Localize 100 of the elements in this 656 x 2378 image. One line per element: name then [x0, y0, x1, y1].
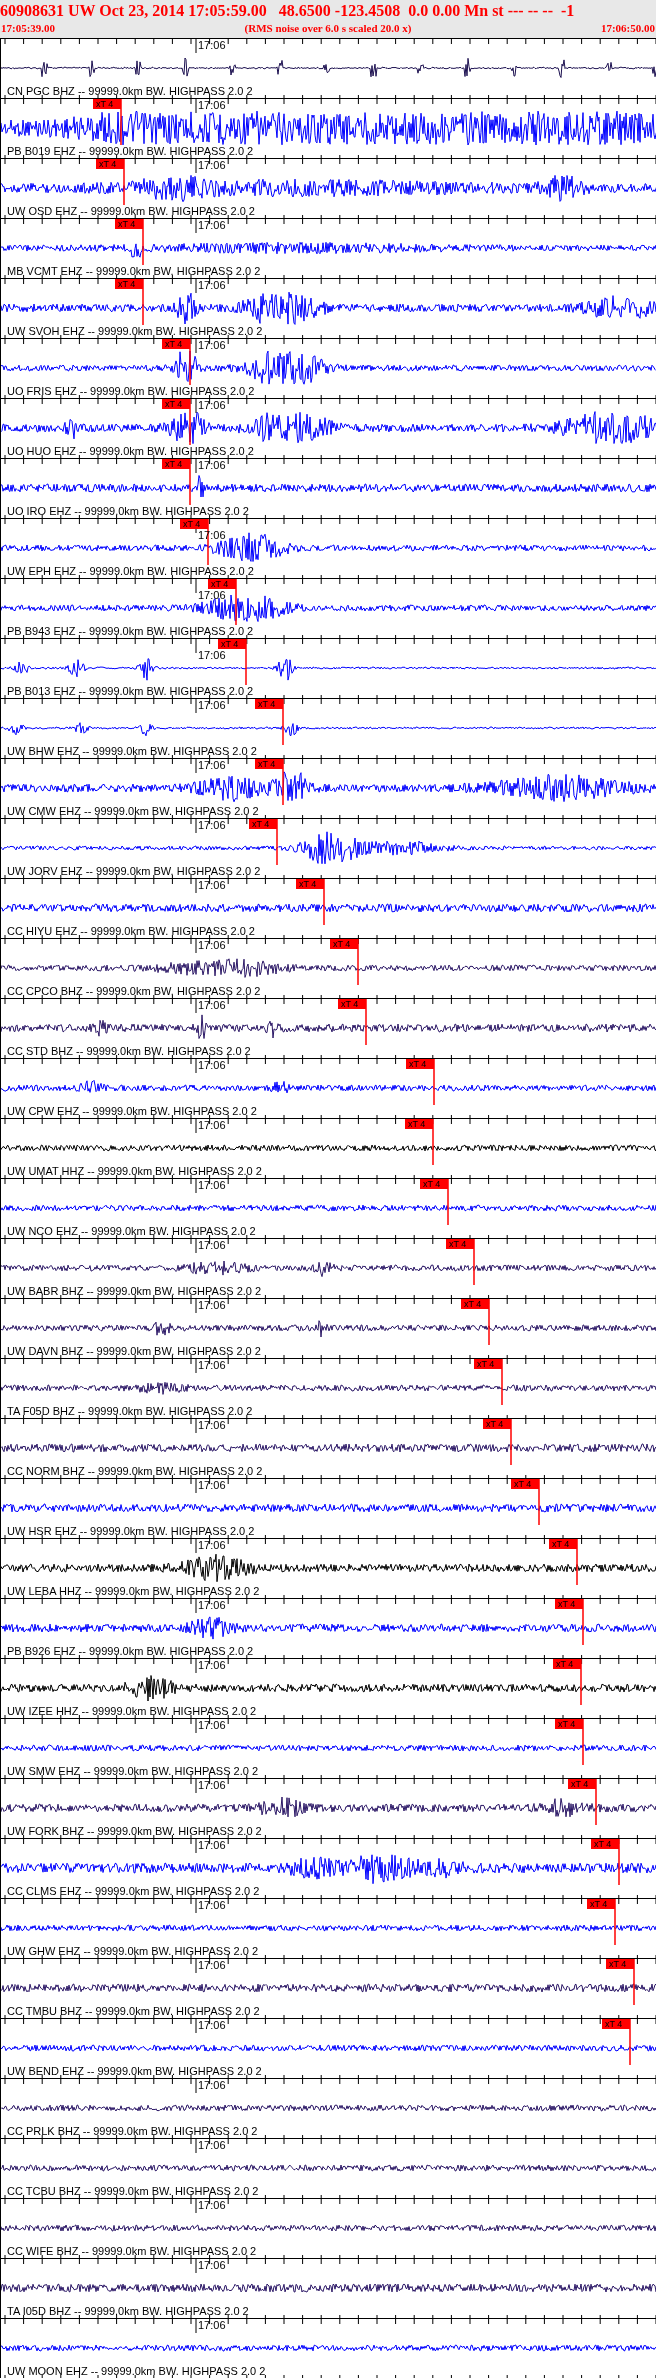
trace-label: UW SVOH EHZ -- 99999.0km BW. HIGHPASS 2.0 2: [7, 326, 263, 337]
time-label: 17:06: [198, 700, 226, 711]
pick-line: [582, 1599, 584, 1646]
time-label: 17:06: [198, 1060, 226, 1071]
trace-label: PB B013 EHZ -- 99999.0km BW. HIGHPASS 2.0 2: [7, 686, 254, 697]
trace-label: UW HSR EHZ -- 99999.0km BW. HIGHPASS 2.0 2: [7, 1526, 255, 1537]
pick-line: [473, 1239, 475, 1286]
end-time: 17:06:50.00: [600, 21, 655, 36]
pick-line: [282, 699, 284, 746]
trace-label: CC NORM BHZ -- 99999.0km BW. HIGHPASS 2.0 2: [7, 1466, 263, 1477]
pick-marker: xT 4: [93, 99, 121, 109]
time-label: 17:06: [198, 2080, 226, 2091]
trace-label: MB VCMT EHZ -- 99999.0km BW. HIGHPASS 2.0 2: [7, 266, 261, 277]
pick-marker: xT 4: [249, 819, 277, 829]
time-label: 17:06: [198, 1780, 226, 1791]
pick-marker: xT 4: [591, 1839, 619, 1849]
pick-line: [323, 879, 325, 926]
pick-marker: xT 4: [587, 1899, 615, 1909]
time-label: 17:06: [198, 1240, 226, 1251]
pick-marker: xT 4: [255, 759, 283, 769]
pick-marker: xT 4: [420, 1179, 448, 1189]
time-label: 17:06: [198, 590, 226, 601]
trace-label: TA I05D BHZ -- 99999.0km BW. HIGHPASS 2.0 2: [7, 2306, 249, 2317]
pick-line: [501, 1359, 503, 1406]
time-label: 17:06: [198, 40, 226, 51]
pick-marker: xT 4: [338, 999, 366, 1009]
pick-marker: xT 4: [553, 1659, 581, 1669]
time-label: 17:06: [198, 1300, 226, 1311]
pick-line: [276, 819, 278, 866]
pick-line: [433, 1059, 435, 1106]
pick-marker: xT 4: [568, 1779, 596, 1789]
pick-line: [365, 999, 367, 1046]
trace-label: UW BEND EHZ -- 99999.0km BW. HIGHPASS 2.0 2: [7, 2066, 262, 2077]
time-label: 17:06: [198, 1660, 226, 1671]
pick-line: [245, 639, 247, 686]
trace-label: CC CLMS EHZ -- 99999.0km BW. HIGHPASS 2.0 2: [7, 1886, 260, 1897]
time-label: 17:06: [198, 2020, 226, 2031]
trace-label: UW UMAT HHZ -- 99999.0km BW. HIGHPASS 2.0 2: [7, 1166, 262, 1177]
pick-marker: xT 4: [162, 339, 190, 349]
time-label: 17:06: [198, 2320, 226, 2331]
pick-line: [120, 99, 122, 146]
trace-label: UW BHW EHZ -- 99999.0km BW. HIGHPASS 2.0 2: [7, 746, 257, 757]
pick-line: [510, 1419, 512, 1466]
pick-line: [189, 339, 191, 386]
trace-label: UW EPH EHZ -- 99999.0km BW. HIGHPASS 2.0 2: [7, 566, 254, 577]
trace-label: UW NCO EHZ -- 99999.0km BW. HIGHPASS 2.0 2: [7, 1226, 256, 1237]
pick-line: [538, 1479, 540, 1526]
pick-line: [580, 1659, 582, 1706]
trace-label: UO FRIS EHZ -- 99999.0km BW. HIGHPASS 2.0 2: [7, 386, 255, 397]
trace-label: UW MOON EHZ -- 99999.0km BW. HIGHPASS 2.0 2: [7, 2366, 266, 2377]
trace-label: UW CPW EHZ -- 99999.0km BW. HIGHPASS 2.0 2: [7, 1106, 257, 1117]
time-label: 17:06: [198, 1180, 226, 1191]
pick-line: [633, 1959, 635, 2006]
pick-marker: xT 4: [474, 1359, 502, 1369]
time-label: 17:06: [198, 1840, 226, 1851]
noise-note: (RMS noise over 6.0 s scaled 20.0 x): [244, 21, 412, 36]
pick-marker: xT 4: [296, 879, 324, 889]
event-title: 60908631 UW Oct 23, 2014 17:05:59.00 48.6500 -123.4508 0.0 0.00 Mn st --- -- -- -1: [0, 1, 576, 21]
trace-label: CC WIFE BHZ -- 99999.0km BW. HIGHPASS 2.0 2: [7, 2246, 257, 2257]
pick-marker: xT 4: [255, 699, 283, 709]
pick-marker: xT 4: [602, 2019, 630, 2029]
pick-marker: xT 4: [180, 519, 208, 529]
time-label: 17:06: [198, 2140, 226, 2151]
trace-label: UW GHW EHZ -- 99999.0km BW. HIGHPASS 2.0 2: [7, 1946, 259, 1957]
time-label: 17:06: [198, 2260, 226, 2271]
pick-marker: xT 4: [555, 1719, 583, 1729]
pick-marker: xT 4: [218, 639, 246, 649]
trace-label: CN PGC BHZ -- 99999.0km BW. HIGHPASS 2.0 2: [7, 86, 253, 97]
pick-line: [142, 279, 144, 326]
pick-line: [629, 2019, 631, 2066]
time-label: 17:06: [198, 100, 226, 111]
pick-marker: xT 4: [555, 1599, 583, 1609]
pick-marker: xT 4: [606, 1959, 634, 1969]
pick-line: [618, 1839, 620, 1886]
pick-line: [357, 939, 359, 986]
pick-marker: xT 4: [96, 159, 124, 169]
trace-label: TA F05D BHZ -- 99999.0km BW. HIGHPASS 2.0 2: [7, 1406, 253, 1417]
trace-label: UO IRO EHZ -- 99999.0km BW. HIGHPASS 2.0 2: [7, 506, 249, 517]
time-label: 17:06: [198, 760, 226, 771]
time-label: 17:06: [198, 160, 226, 171]
time-label: 17:06: [198, 400, 226, 411]
time-label: 17:06: [198, 340, 226, 351]
trace-label: UW DAVN BHZ -- 99999.0km BW. HIGHPASS 2.0 2: [7, 1346, 261, 1357]
pick-marker: xT 4: [115, 219, 143, 229]
pick-line: [432, 1119, 434, 1166]
pick-marker: xT 4: [115, 279, 143, 289]
pick-marker: xT 4: [461, 1299, 489, 1309]
trace-label: PB B926 EHZ -- 99999.0km BW. HIGHPASS 2.0 2: [7, 1646, 254, 1657]
trace-label: UW LEBA HHZ -- 99999.0km BW. HIGHPASS 2.0 2: [7, 1586, 260, 1597]
time-label: 17:06: [198, 2200, 226, 2211]
trace-label: UO HUO EHZ -- 99999.0km BW. HIGHPASS 2.0 2: [7, 446, 254, 457]
pick-line: [595, 1779, 597, 1826]
time-label: 17:06: [198, 1600, 226, 1611]
trace-label: CC STD BHZ -- 99999.0km BW. HIGHPASS 2.0 2: [7, 1046, 251, 1057]
trace-label: CC TCBU BHZ -- 99999.0km BW. HIGHPASS 2.0 2: [7, 2186, 259, 2197]
pick-marker: xT 4: [511, 1479, 539, 1489]
trace-label: UW SMW EHZ -- 99999.0km BW. HIGHPASS 2.0 2: [7, 1766, 259, 1777]
time-label: 17:06: [198, 880, 226, 891]
time-label: 17:06: [198, 650, 226, 661]
trace-label: UW IZEE HHZ -- 99999.0km BW. HIGHPASS 2.0 2: [7, 1706, 257, 1717]
